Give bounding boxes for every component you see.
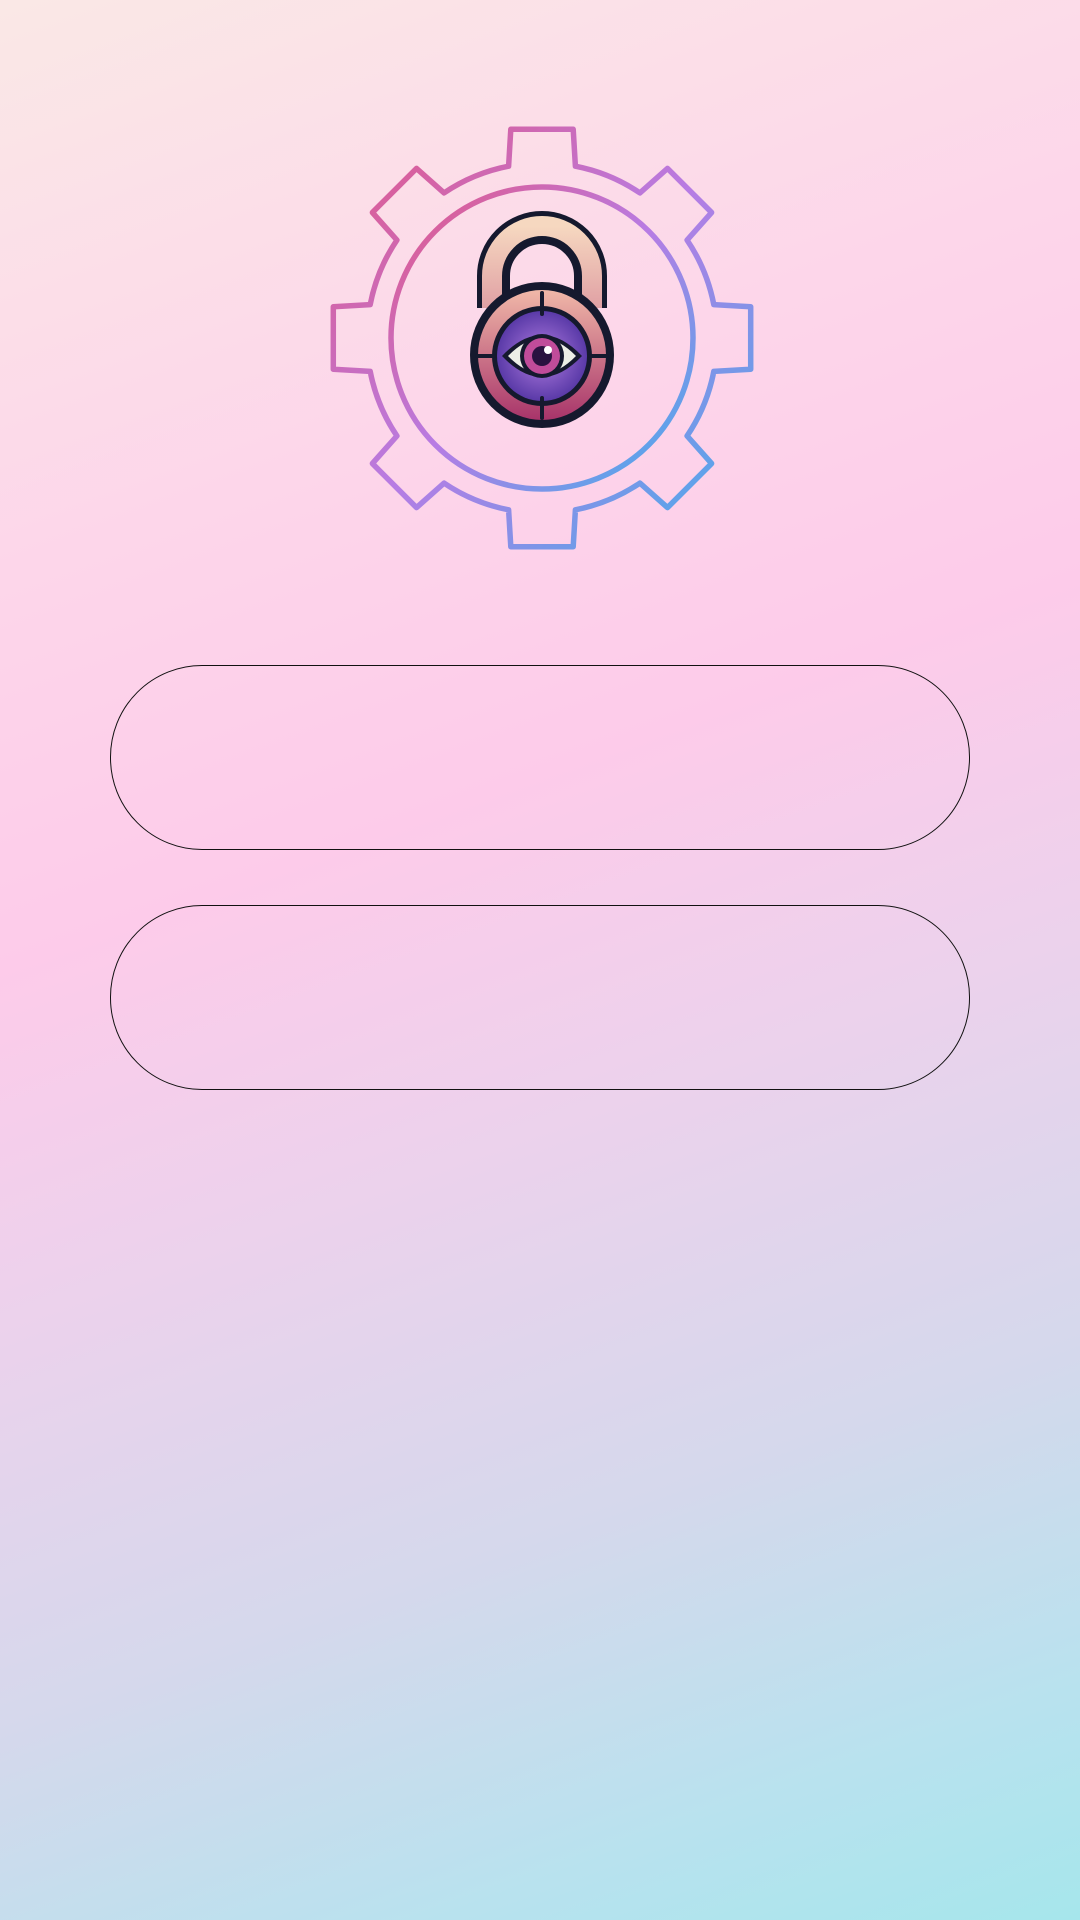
option-button-2[interactable] bbox=[110, 905, 970, 1090]
app-logo bbox=[322, 118, 762, 558]
padlock-icon bbox=[470, 211, 614, 428]
gear-padlock-eye-icon bbox=[330, 126, 754, 550]
option-button-1[interactable] bbox=[110, 665, 970, 850]
